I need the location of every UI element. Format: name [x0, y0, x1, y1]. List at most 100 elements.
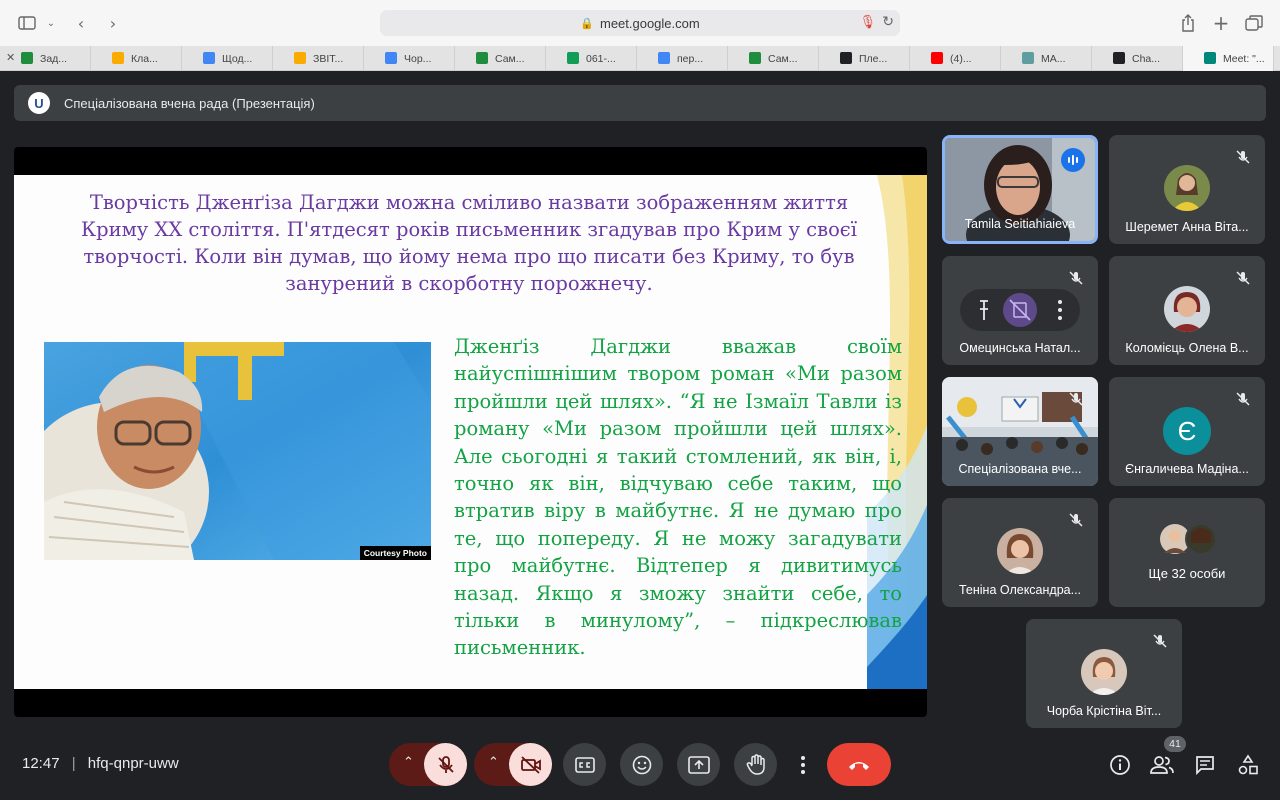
hand-icon [746, 753, 765, 775]
participant-name: Шеремет Анна Віта... [1125, 220, 1249, 234]
people-icon [1150, 756, 1174, 774]
presentation-title-bar: U Спеціалізована вчена рада (Презентація… [14, 85, 1266, 121]
avatar [997, 528, 1043, 574]
browser-tab[interactable]: пер... [637, 46, 728, 71]
mic-muted-icon [1069, 513, 1083, 527]
tab-overview-icon[interactable] [1243, 12, 1265, 34]
camera-options-chevron-icon[interactable]: ⌃ [488, 755, 499, 770]
player-icon [840, 52, 852, 64]
share-icon[interactable] [1177, 12, 1199, 34]
mic-muted-icon [1153, 634, 1167, 648]
browser-tab[interactable]: ЗВІТ... [273, 46, 364, 71]
emoji-icon [632, 755, 651, 774]
tab-label: МА... [1041, 52, 1066, 65]
meeting-code: hfq-qnpr-uww [87, 755, 179, 772]
google-classroom-icon [476, 52, 488, 64]
google-docs-icon [385, 52, 397, 64]
browser-tab[interactable]: Cha... [1092, 46, 1183, 71]
leave-call-button[interactable] [827, 743, 891, 786]
present-screen-button[interactable] [677, 743, 720, 786]
browser-tab[interactable]: Кла... [91, 46, 182, 71]
more-participants-tile[interactable]: Ще 32 особи [1109, 498, 1265, 607]
meeting-time: 12:47 [22, 755, 60, 772]
activities-icon [1238, 754, 1258, 775]
participant-tile[interactable]: Tamila Seitiahiaieva [942, 135, 1098, 244]
url-text: meet.google.com [599, 15, 700, 31]
mic-muted-icon [1069, 271, 1083, 285]
lock-icon: 🔒 [580, 16, 594, 30]
avatar [1164, 165, 1210, 211]
youtube-icon [931, 52, 943, 64]
participant-tile[interactable]: Є Єнгаличева Мадіна... [1109, 377, 1265, 486]
document-icon [1022, 52, 1034, 64]
google-classroom-icon [21, 52, 33, 64]
tile-hover-controls [960, 289, 1080, 331]
participant-tile[interactable]: Коломієць Олена В... [1109, 256, 1265, 365]
hang-up-icon [849, 761, 869, 770]
participant-tile[interactable]: Омецинська Натал... [942, 256, 1098, 365]
people-button[interactable] [1149, 752, 1175, 778]
tab-label: Пле... [859, 52, 888, 65]
more-vert-icon [801, 755, 805, 774]
browser-tab[interactable]: Meet: "... [1183, 46, 1274, 71]
forward-arrow-icon[interactable]: › [102, 12, 124, 34]
participant-name: Омецинська Натал... [959, 341, 1081, 355]
reactions-button[interactable] [620, 743, 663, 786]
participant-name: Теніна Олександра... [958, 583, 1082, 597]
presentation-slide: Творчість Дженґіза Дагджи можна сміливо … [14, 175, 927, 689]
browser-tab[interactable]: Щод... [182, 46, 273, 71]
mic-off-icon [437, 755, 454, 773]
new-tab-icon[interactable]: + [1210, 11, 1232, 35]
participant-tile[interactable]: Спеціалізована вче... [942, 377, 1098, 486]
mic-toggle-button[interactable] [424, 743, 467, 786]
browser-tab[interactable]: Пле... [819, 46, 910, 71]
avatar [1081, 649, 1127, 695]
google-docs-icon [203, 52, 215, 64]
chatgpt-icon [1113, 52, 1125, 64]
writer-photo: Courtesy Photo [44, 342, 431, 560]
participant-name: Єнгаличева Мадіна... [1125, 462, 1249, 476]
microphone-icon[interactable]: 🎙 [859, 15, 876, 30]
sidebar-toggle-icon[interactable] [16, 12, 38, 34]
meeting-details-button[interactable] [1107, 752, 1133, 778]
browser-tab[interactable]: МА... [1001, 46, 1092, 71]
close-tab-icon[interactable]: ✕ [6, 51, 15, 64]
browser-tab[interactable]: ✕ Зад... [0, 46, 91, 71]
participant-tile[interactable]: Шеремет Анна Віта... [1109, 135, 1265, 244]
participant-tile[interactable]: Чорба Крістіна Віт... [1026, 619, 1182, 728]
mic-muted-icon [1236, 271, 1250, 285]
tab-label: Кла... [131, 52, 158, 65]
reload-icon[interactable]: ↻ [882, 14, 894, 30]
meeting-logo-icon: U [28, 92, 50, 114]
tab-label: Сам... [768, 52, 798, 65]
back-arrow-icon[interactable]: ‹ [70, 12, 92, 34]
participant-tile[interactable]: Теніна Олександра... [942, 498, 1098, 607]
participant-name: Спеціалізована вче... [958, 462, 1082, 476]
mic-options-chevron-icon[interactable]: ⌃ [403, 755, 414, 770]
browser-tab[interactable]: Сам... [728, 46, 819, 71]
camera-toggle-button[interactable] [509, 743, 552, 786]
tab-label: 061-... [586, 52, 616, 65]
mic-muted-icon [1069, 392, 1083, 406]
chat-button[interactable] [1192, 752, 1218, 778]
tab-label: Чор... [404, 52, 432, 65]
participant-count-badge: 41 [1164, 736, 1186, 752]
address-bar[interactable]: 🔒 meet.google.com 🎙 ↻ [380, 10, 900, 36]
raise-hand-button[interactable] [734, 743, 777, 786]
browser-tab[interactable]: Чор... [364, 46, 455, 71]
mic-muted-icon [1236, 392, 1250, 406]
browser-tab[interactable]: Сам... [455, 46, 546, 71]
browser-tab[interactable]: (4)... [910, 46, 1001, 71]
activities-button[interactable] [1235, 752, 1261, 778]
tab-label: (4)... [950, 52, 972, 65]
participant-name: Tamila Seitiahiaieva [964, 217, 1076, 231]
captions-button[interactable] [563, 743, 606, 786]
avatar-group [1159, 523, 1219, 555]
tab-label: Cha... [1132, 52, 1161, 65]
browser-tab[interactable]: 061-... [546, 46, 637, 71]
tab-label: ЗВІТ... [313, 52, 344, 65]
participant-name: Коломієць Олена В... [1125, 341, 1249, 355]
more-options-button[interactable] [788, 743, 818, 786]
chevron-down-icon[interactable]: ⌄ [40, 12, 62, 34]
speaking-indicator-icon [1061, 148, 1085, 172]
